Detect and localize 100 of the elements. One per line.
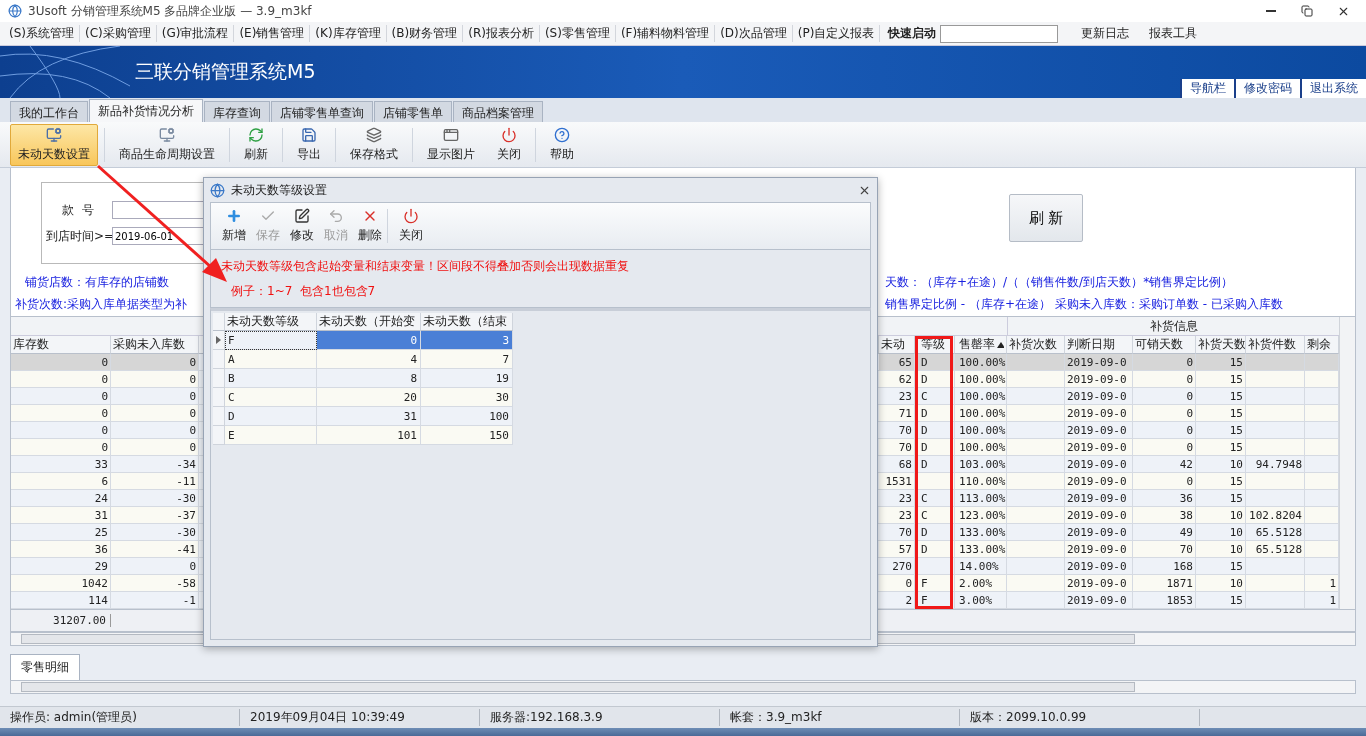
table-cell: 2019-09-0 — [1065, 456, 1133, 473]
table-cell: 2019-09-0 — [1065, 422, 1133, 439]
table-cell: 0 — [111, 354, 199, 371]
tab[interactable]: 我的工作台 — [10, 101, 88, 122]
toolbar-button[interactable]: 删除 — [353, 208, 387, 244]
table-cell: D — [225, 407, 317, 426]
toolbar-button[interactable]: 帮助 — [542, 123, 582, 166]
table-cell: 1871 — [1133, 575, 1196, 592]
column-header[interactable]: 判断日期 — [1065, 336, 1133, 354]
column-header[interactable]: 未动天数（开始变 — [317, 313, 421, 331]
tab[interactable]: 店铺零售单查询 — [271, 101, 373, 122]
column-header[interactable]: 未动天数等级 — [225, 313, 317, 331]
table-cell: 0 — [111, 371, 199, 388]
table-cell: 0 — [1133, 422, 1196, 439]
app-icon — [8, 4, 22, 18]
table-cell: 100.00% — [955, 422, 1007, 439]
toolbar-button[interactable]: 导出 — [289, 123, 329, 166]
table-cell: 10 — [1196, 456, 1246, 473]
menu-item[interactable]: (C)采购管理 — [80, 25, 157, 42]
minimize-icon — [1266, 10, 1276, 12]
tab[interactable]: 零售明细 — [10, 654, 80, 680]
menu-item[interactable]: (B)财务管理 — [386, 25, 464, 42]
column-header[interactable]: 售罄率 — [955, 336, 1007, 354]
tab[interactable]: 店铺零售单 — [374, 101, 452, 122]
power-icon — [403, 208, 419, 224]
table-cell: 49 — [1133, 524, 1196, 541]
table-cell: 0 — [11, 354, 111, 371]
table-cell — [1007, 524, 1065, 541]
menu-item[interactable]: (S)零售管理 — [539, 25, 616, 42]
column-header[interactable]: 库存数 — [11, 336, 111, 354]
table-cell: 15 — [1196, 405, 1246, 422]
table-cell: 2019-09-0 — [1065, 575, 1133, 592]
table-cell: 36 — [11, 541, 111, 558]
table-cell: 14.00% — [955, 558, 1007, 575]
table-cell: 65.5128 — [1246, 541, 1305, 558]
column-header[interactable]: 补货次数 — [1007, 336, 1065, 354]
tab[interactable]: 库存查询 — [204, 101, 270, 122]
window-title: 3Usoft 分销管理系统M5 多品牌企业版 — 3.9_m3kf — [28, 2, 313, 20]
table-cell — [1246, 558, 1305, 575]
table-cell — [1007, 439, 1065, 456]
menu-item[interactable]: (S)系统管理 — [4, 25, 80, 42]
table-cell: 2019-09-0 — [1065, 558, 1133, 575]
table-cell: 2 — [879, 592, 915, 609]
toolbar-button[interactable]: 商品生命周期设置 — [111, 123, 223, 166]
menu-item[interactable]: (G)审批流程 — [156, 25, 235, 42]
tab[interactable]: 商品档案管理 — [453, 101, 543, 122]
column-header[interactable]: 未动天数（结束 — [421, 313, 513, 331]
menu-item[interactable]: (F)辅料物料管理 — [615, 25, 716, 42]
table-cell: 2019-09-0 — [1065, 388, 1133, 405]
table-cell: 2019-09-0 — [1065, 490, 1133, 507]
tab[interactable]: 新品补货情况分析 — [89, 99, 203, 122]
column-header[interactable]: 采购未入库数 — [111, 336, 199, 354]
edit-icon — [294, 208, 310, 224]
table-cell — [1305, 558, 1339, 575]
table-cell: 3 — [421, 331, 513, 350]
table-cell: 0 — [11, 422, 111, 439]
table-cell: 15 — [1196, 490, 1246, 507]
table-cell: 31 — [11, 507, 111, 524]
table-cell: 70 — [879, 422, 915, 439]
toolbar-button[interactable]: 修改 — [285, 208, 319, 244]
column-header[interactable]: 补货天数 — [1196, 336, 1246, 354]
table-cell: 3.00% — [955, 592, 1007, 609]
horizontal-scrollbar[interactable] — [10, 680, 1356, 694]
menu-item[interactable]: (D)次品管理 — [715, 25, 793, 42]
table-cell: 38 — [1133, 507, 1196, 524]
table-cell: 100.00% — [955, 439, 1007, 456]
toolbar-button[interactable]: 未动天数设置 — [10, 123, 98, 166]
column-header[interactable]: 未动 — [879, 336, 915, 354]
quick-launch-field[interactable] — [940, 24, 1059, 43]
table-cell: 24 — [11, 490, 111, 507]
table-cell: 23 — [879, 507, 915, 524]
table-cell: 15 — [1196, 439, 1246, 456]
table-cell — [1305, 456, 1339, 473]
toolbar-button[interactable]: 保存格式 — [342, 123, 406, 166]
table-cell: 15 — [1196, 592, 1246, 609]
toolbar-button[interactable]: 刷新 — [236, 123, 276, 166]
toolbar-button[interactable]: 关闭 — [394, 208, 428, 244]
menu-item[interactable]: (R)报表分析 — [463, 25, 540, 42]
table-cell: 0 — [879, 575, 915, 592]
warning-text: 未动天数等级包含起始变量和结束变量！区间段不得叠加否则会出现数据重复 — [221, 257, 629, 275]
menu-item[interactable]: (K)库存管理 — [310, 25, 387, 42]
table-cell — [1246, 490, 1305, 507]
menu-item[interactable]: 报表工具 — [1144, 25, 1203, 42]
menu-item[interactable]: (E)销售管理 — [234, 25, 311, 42]
table-cell — [1246, 405, 1305, 422]
toolbar-button[interactable]: 关闭 — [489, 123, 529, 166]
menu-item[interactable]: 更新日志 — [1076, 25, 1135, 42]
column-header[interactable]: 剩余 — [1305, 336, 1339, 354]
table-cell: 0 — [111, 388, 199, 405]
column-header[interactable]: 补货件数 — [1246, 336, 1305, 354]
refresh-button[interactable]: 刷 新 — [1009, 194, 1083, 242]
column-header[interactable]: 可销天数 — [1133, 336, 1196, 354]
row-header[interactable] — [213, 331, 225, 350]
table-cell: 102.8204 — [1246, 507, 1305, 524]
toolbar-button[interactable]: 显示图片 — [419, 123, 483, 166]
vertical-scrollbar[interactable] — [1339, 317, 1355, 609]
row-pointer-icon — [216, 336, 221, 344]
table-cell: -41 — [111, 541, 199, 558]
menu-item[interactable]: (P)自定义报表 — [792, 25, 881, 42]
monitor-gear-icon — [159, 126, 175, 143]
